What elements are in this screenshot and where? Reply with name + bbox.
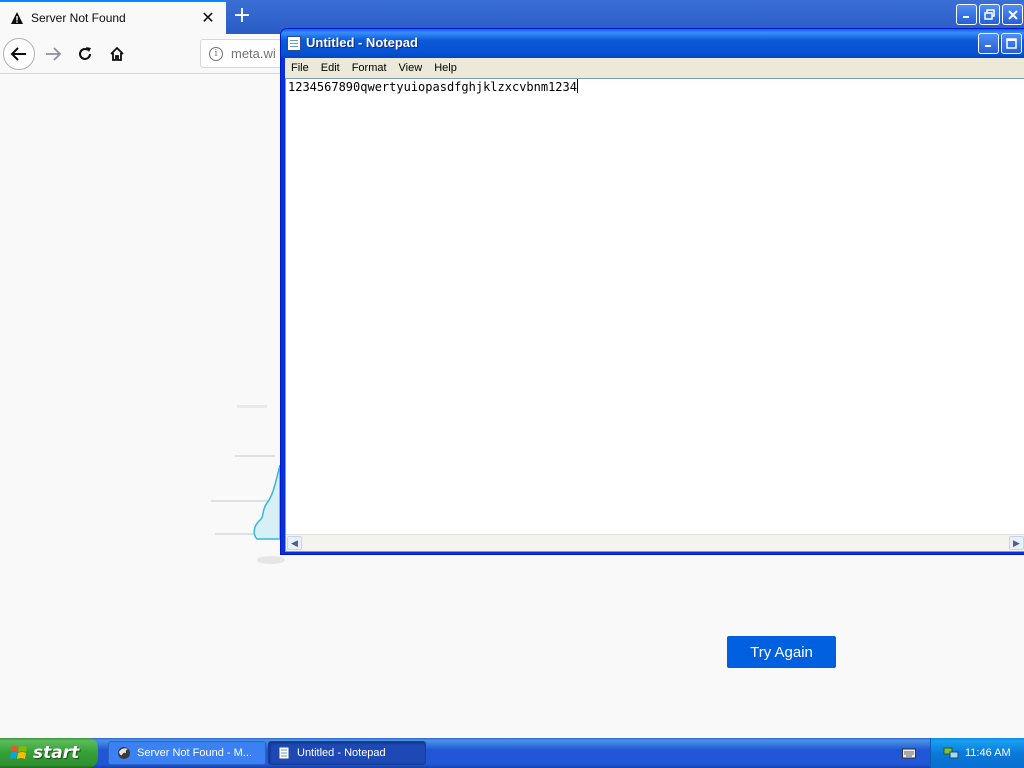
browser-tab[interactable]: Server Not Found ✕ [0,0,226,34]
start-label: start [33,743,80,763]
notepad-minimize-button[interactable] [978,33,999,54]
text-caret [576,79,578,93]
menu-format[interactable]: Format [346,62,393,74]
forward-arrow-icon [46,47,62,61]
windows-logo-icon [10,746,27,759]
start-button[interactable]: start [0,738,98,768]
firefox-icon [118,747,130,759]
browser-close-button[interactable] [1002,4,1023,25]
clock: 11:46 AM [965,747,1011,759]
scroll-left-icon[interactable]: ◀ [287,536,302,550]
browser-restore-button[interactable] [979,4,1000,25]
keyboard-icon[interactable] [902,747,916,759]
notepad-title: Untitled - Notepad [306,35,418,50]
back-button[interactable] [3,38,35,70]
menu-view[interactable]: View [393,62,429,74]
horizontal-scrollbar[interactable]: ◀ ▶ [286,534,1024,551]
taskbar-item-firefox[interactable]: Server Not Found - M... [108,741,266,765]
back-arrow-icon [10,47,26,61]
taskbar-item-notepad[interactable]: Untitled - Notepad [268,741,426,765]
notepad-menu-bar: File Edit Format View Help [285,58,1024,78]
notepad-content: 1234567890qwertyuiopasdfghjklzxcvbnm1234 [288,80,577,94]
error-illustration [211,405,285,564]
notepad-icon [278,746,290,760]
notepad-window: Untitled - Notepad File Edit Format View… [280,28,1024,555]
notepad-icon [287,36,301,51]
site-info-icon[interactable]: i [209,46,223,61]
menu-edit[interactable]: Edit [315,62,346,74]
network-icon[interactable] [943,746,959,760]
menu-help[interactable]: Help [428,62,463,74]
url-text: meta.wi [231,46,276,61]
browser-minimize-button[interactable] [956,4,977,25]
forward-button[interactable] [37,38,69,70]
notepad-maximize-button[interactable] [1001,33,1022,54]
scroll-right-icon[interactable]: ▶ [1009,536,1024,550]
warning-icon [11,12,23,24]
menu-file[interactable]: File [285,62,315,74]
home-icon [110,46,124,61]
reload-button[interactable] [69,38,101,70]
new-tab-plus-icon[interactable]: + [229,3,255,29]
notepad-text-area[interactable]: 1234567890qwertyuiopasdfghjklzxcvbnm1234… [285,78,1024,552]
try-again-button[interactable]: Try Again [727,636,836,668]
tab-close-icon[interactable]: ✕ [200,8,216,28]
taskbar-item-label: Untitled - Notepad [297,747,386,759]
system-tray: 11:46 AM [930,738,1024,768]
taskbar-item-label: Server Not Found - M... [137,747,252,759]
tab-title: Server Not Found [31,11,126,25]
home-button[interactable] [101,38,133,70]
reload-icon [79,47,91,60]
notepad-title-bar[interactable]: Untitled - Notepad [281,29,1024,58]
taskbar: start Server Not Found - M... Untitled -… [0,738,1024,768]
